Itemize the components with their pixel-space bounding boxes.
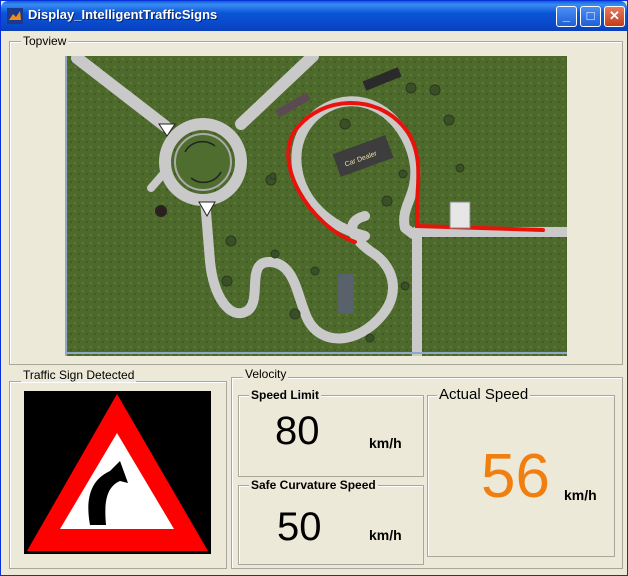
actual-speed-value: 56	[481, 442, 550, 511]
speed-limit-value: 80	[275, 409, 320, 453]
safe-curvature-panel	[238, 485, 424, 565]
actual-speed-unit: km/h	[564, 487, 597, 503]
speed-limit-unit: km/h	[369, 435, 402, 451]
bus	[338, 274, 354, 314]
maximize-button[interactable]: □	[580, 6, 601, 27]
safe-curvature-value: 50	[277, 505, 322, 549]
traffic-sign-label: Traffic Sign Detected	[21, 368, 137, 382]
safe-curvature-label: Safe Curvature Speed	[249, 478, 378, 492]
velocity-label: Velocity	[243, 367, 289, 381]
curve-warning-sign	[24, 391, 211, 554]
topview-map[interactable]: Car Dealer	[65, 56, 567, 356]
title-bar[interactable]: Display_IntelligentTrafficSigns _ □ ✕	[1, 1, 627, 31]
app-window: Display_IntelligentTrafficSigns _ □ ✕ To…	[0, 0, 628, 576]
truck-east	[449, 201, 471, 229]
minimize-button[interactable]: _	[556, 6, 577, 27]
close-button[interactable]: ✕	[604, 6, 625, 27]
matlab-icon	[7, 8, 23, 24]
actual-speed-label: Actual Speed	[437, 386, 531, 403]
window-title: Display_IntelligentTrafficSigns	[28, 7, 218, 22]
topview-label: Topview	[21, 34, 69, 48]
safe-curvature-unit: km/h	[369, 527, 402, 543]
traffic-light-west	[155, 205, 167, 217]
roundabout-island	[174, 133, 232, 191]
speed-limit-label: Speed Limit	[249, 388, 322, 402]
